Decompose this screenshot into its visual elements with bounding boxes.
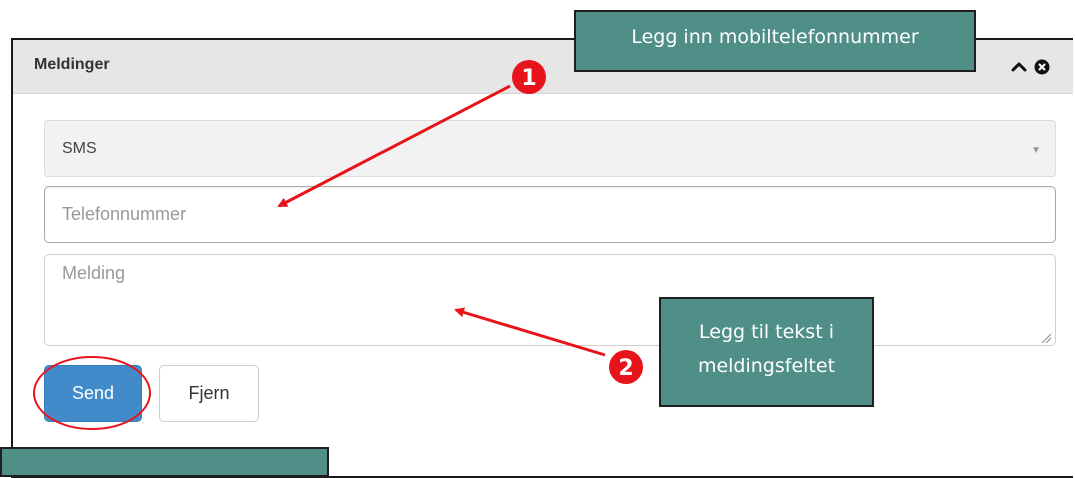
resize-grip-icon[interactable] xyxy=(1040,332,1052,344)
callout-message-line2: meldingsfeltet xyxy=(697,355,836,377)
caret-down-icon: ▼ xyxy=(1031,145,1041,156)
callout-message-line1: Legg til tekst i xyxy=(699,321,834,343)
phone-number-input[interactable] xyxy=(44,186,1056,243)
callout-send-instruction xyxy=(0,447,329,477)
channel-select[interactable]: SMS ▼ xyxy=(44,120,1056,177)
chevron-up-icon[interactable] xyxy=(1010,58,1028,76)
panel-title: Meldinger xyxy=(34,56,110,73)
messages-panel: Meldinger SMS ▼ Send Fjern xyxy=(11,38,1073,478)
close-circle-icon[interactable] xyxy=(1033,58,1051,76)
message-textarea[interactable] xyxy=(44,254,1056,346)
callout-phone-instruction: Legg inn mobiltelefonnummer xyxy=(574,10,976,72)
send-button[interactable]: Send xyxy=(44,365,142,422)
channel-select-value: SMS xyxy=(62,140,97,157)
callout-phone-text: Legg inn mobiltelefonnummer xyxy=(631,26,919,48)
callout-message-instruction: Legg til tekst i meldingsfeltet xyxy=(659,297,874,407)
clear-button[interactable]: Fjern xyxy=(159,365,259,422)
